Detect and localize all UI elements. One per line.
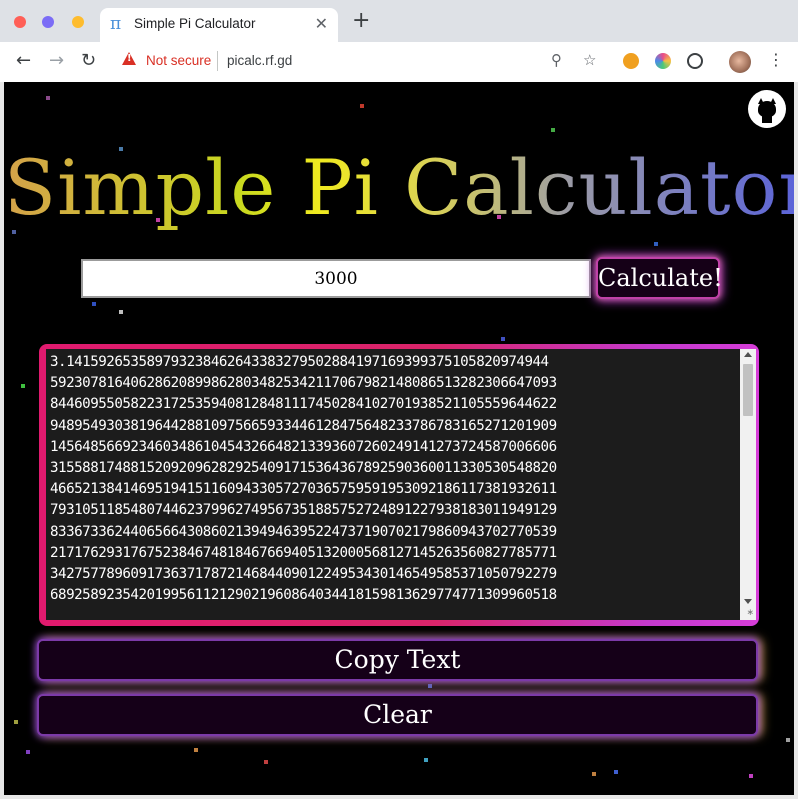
- extension-icon[interactable]: [687, 53, 703, 69]
- window-frame: [794, 82, 798, 799]
- window-maximize-dot[interactable]: [72, 16, 84, 28]
- star-particle: [551, 128, 555, 132]
- tab-title: Simple Pi Calculator: [134, 16, 256, 31]
- browser-chrome: π Simple Pi Calculator ✕ + ← → ↻ Not sec…: [0, 0, 798, 83]
- output-border: 3.14159265358979323846264338327950288419…: [39, 344, 759, 626]
- digits-input[interactable]: [81, 259, 591, 298]
- star-particle: [14, 720, 18, 724]
- star-particle: [424, 758, 428, 762]
- star-particle: [614, 770, 618, 774]
- star-particle: [749, 774, 753, 778]
- browser-tab[interactable]: π Simple Pi Calculator ✕: [100, 8, 338, 42]
- address-bar[interactable]: picalc.rf.gd: [227, 53, 292, 68]
- browser-toolbar: ← → ↻ Not secure picalc.rf.gd ⚲ ☆ ⋮: [0, 42, 798, 82]
- window-minimize-dot[interactable]: [42, 16, 54, 28]
- star-particle: [194, 748, 198, 752]
- star-particle: [592, 772, 596, 776]
- scroll-thumb[interactable]: [743, 364, 753, 416]
- window-close-dot[interactable]: [14, 16, 26, 28]
- zoom-icon[interactable]: ⚲: [551, 51, 562, 69]
- tab-strip: π Simple Pi Calculator ✕ +: [0, 0, 798, 42]
- extension-icon[interactable]: [655, 53, 671, 69]
- calculate-button[interactable]: Calculate!: [596, 257, 723, 299]
- new-tab-button[interactable]: +: [352, 10, 370, 32]
- star-particle: [26, 750, 30, 754]
- star-particle: [786, 738, 790, 742]
- tab-close-icon[interactable]: ✕: [315, 14, 328, 33]
- scroll-down-arrow-icon[interactable]: [744, 599, 752, 604]
- clear-button[interactable]: Clear: [37, 694, 758, 736]
- forward-icon[interactable]: →: [49, 50, 64, 71]
- menu-icon[interactable]: ⋮: [768, 50, 784, 69]
- extension-icon[interactable]: [623, 53, 639, 69]
- window-frame: [0, 795, 798, 799]
- star-particle: [428, 684, 432, 688]
- reload-icon[interactable]: ↻: [81, 50, 96, 71]
- warning-icon[interactable]: [122, 52, 136, 65]
- page-title: Simple Pi Calculator: [4, 138, 794, 238]
- star-particle: [21, 384, 25, 388]
- github-icon[interactable]: [748, 90, 786, 128]
- page-content: Simple Pi Calculator Calculate! 3.141592…: [4, 82, 794, 795]
- pi-digits-text: 3.14159265358979323846264338327950288419…: [50, 354, 557, 604]
- star-particle: [360, 104, 364, 108]
- url-separator: [217, 51, 218, 71]
- star-particle: [119, 310, 123, 314]
- output-scrollbar[interactable]: [740, 349, 756, 620]
- back-icon[interactable]: ←: [16, 50, 31, 71]
- bookmark-star-icon[interactable]: ☆: [583, 51, 596, 69]
- pi-favicon-icon: π: [110, 14, 122, 34]
- resize-grip-icon[interactable]: ∗: [746, 608, 754, 618]
- star-particle: [46, 96, 50, 100]
- scroll-up-arrow-icon[interactable]: [744, 352, 752, 357]
- star-particle: [654, 242, 658, 246]
- security-status[interactable]: Not secure: [146, 53, 211, 68]
- star-particle: [92, 302, 96, 306]
- profile-avatar[interactable]: [729, 51, 751, 73]
- star-particle: [264, 760, 268, 764]
- copy-text-button[interactable]: Copy Text: [37, 639, 758, 681]
- pi-output-textarea[interactable]: 3.14159265358979323846264338327950288419…: [46, 349, 756, 620]
- star-particle: [501, 337, 505, 341]
